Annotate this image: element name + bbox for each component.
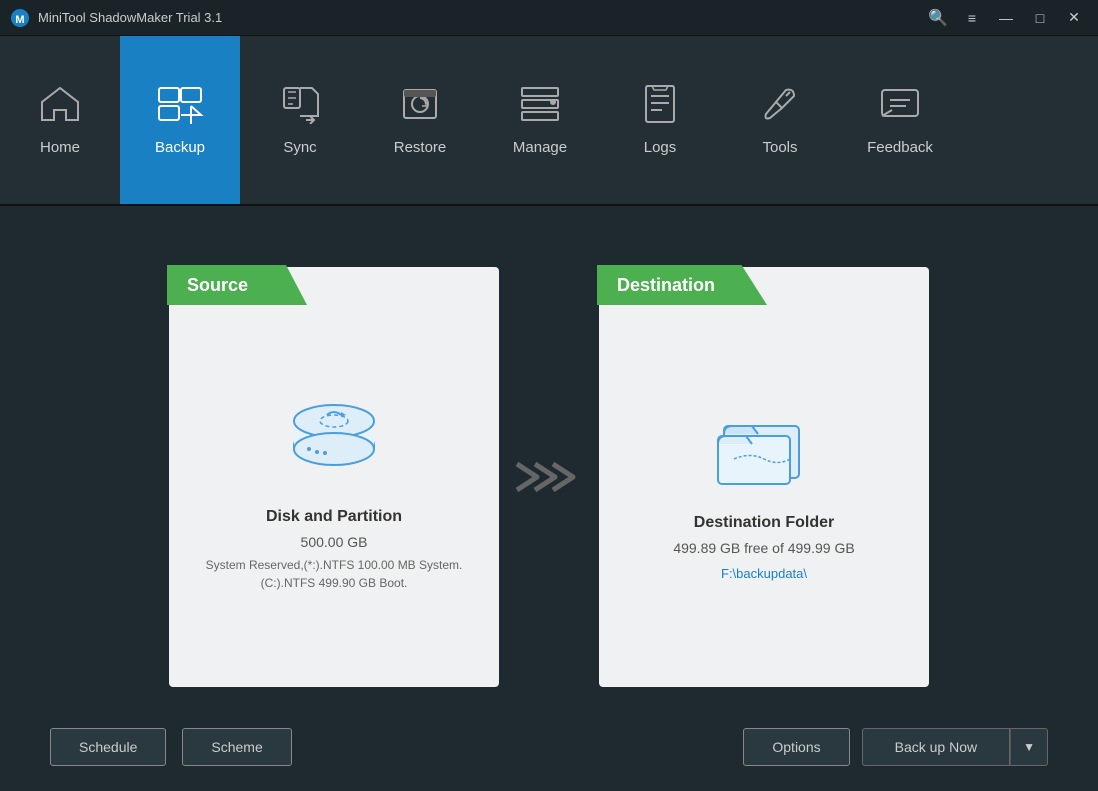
- tools-icon: [758, 84, 802, 131]
- arrow-divider: [499, 452, 599, 502]
- destination-card[interactable]: Destination Destination Folder 49: [599, 267, 929, 687]
- nav-restore[interactable]: Restore: [360, 36, 480, 204]
- app-logo: M: [10, 8, 30, 28]
- nav-logs[interactable]: Logs: [600, 36, 720, 204]
- search-btn[interactable]: 🔍: [924, 8, 952, 28]
- backup-icon: [155, 84, 205, 131]
- cards-row: Source: [50, 236, 1048, 718]
- window-controls: 🔍 ≡ — □ ✕: [924, 8, 1088, 28]
- nav-backup-label: Backup: [155, 139, 205, 156]
- app-title: MiniTool ShadowMaker Trial 3.1: [38, 10, 924, 25]
- right-buttons: Options Back up Now ▼: [743, 728, 1048, 766]
- nav-manage-label: Manage: [513, 139, 567, 156]
- logs-icon: [638, 84, 682, 131]
- source-header: Source: [167, 265, 307, 305]
- destination-header: Destination: [597, 265, 767, 305]
- nav-sync-label: Sync: [283, 139, 316, 156]
- nav-manage[interactable]: Manage: [480, 36, 600, 204]
- svg-text:M: M: [15, 14, 24, 26]
- close-btn[interactable]: ✕: [1060, 8, 1088, 28]
- destination-free: 499.89 GB free of 499.99 GB: [673, 540, 854, 556]
- nav-backup[interactable]: Backup: [120, 36, 240, 204]
- destination-title: Destination Folder: [694, 514, 834, 532]
- bottom-bar: Schedule Scheme Options Back up Now ▼: [50, 718, 1048, 771]
- nav-tools[interactable]: Tools: [720, 36, 840, 204]
- source-detail: System Reserved,(*:).NTFS 100.00 MB Syst…: [189, 556, 479, 592]
- nav-restore-label: Restore: [394, 139, 447, 156]
- options-button[interactable]: Options: [743, 728, 849, 766]
- backup-dropdown-button[interactable]: ▼: [1010, 728, 1048, 766]
- nav-tools-label: Tools: [762, 139, 797, 156]
- home-icon: [38, 84, 82, 131]
- disk-icon: [279, 393, 389, 488]
- nav-home-label: Home: [40, 139, 80, 156]
- source-size: 500.00 GB: [301, 534, 368, 550]
- main-content: Source: [0, 206, 1098, 791]
- menu-btn[interactable]: ≡: [958, 8, 986, 28]
- destination-body: Destination Folder 499.89 GB free of 499…: [653, 344, 874, 611]
- source-title: Disk and Partition: [266, 508, 402, 526]
- manage-icon: [518, 84, 562, 131]
- scheme-button[interactable]: Scheme: [182, 728, 291, 766]
- backup-now-button[interactable]: Back up Now: [862, 728, 1010, 766]
- nav-home[interactable]: Home: [0, 36, 120, 204]
- source-card[interactable]: Source: [169, 267, 499, 687]
- left-buttons: Schedule Scheme: [50, 728, 292, 766]
- nav-sync[interactable]: Sync: [240, 36, 360, 204]
- nav-feedback-label: Feedback: [867, 139, 933, 156]
- nav-feedback[interactable]: Feedback: [840, 36, 960, 204]
- minimize-btn[interactable]: —: [992, 8, 1020, 28]
- folder-icon: [714, 404, 814, 494]
- maximize-btn[interactable]: □: [1026, 8, 1054, 28]
- nav-bar: Home Backup Sync: [0, 36, 1098, 206]
- nav-logs-label: Logs: [644, 139, 677, 156]
- source-body: Disk and Partition 500.00 GB System Rese…: [169, 333, 499, 622]
- destination-path: F:\backupdata\: [721, 566, 807, 581]
- restore-icon: [398, 84, 442, 131]
- sync-icon: [278, 84, 322, 131]
- title-bar: M MiniTool ShadowMaker Trial 3.1 🔍 ≡ — □…: [0, 0, 1098, 36]
- schedule-button[interactable]: Schedule: [50, 728, 166, 766]
- feedback-icon: [878, 84, 922, 131]
